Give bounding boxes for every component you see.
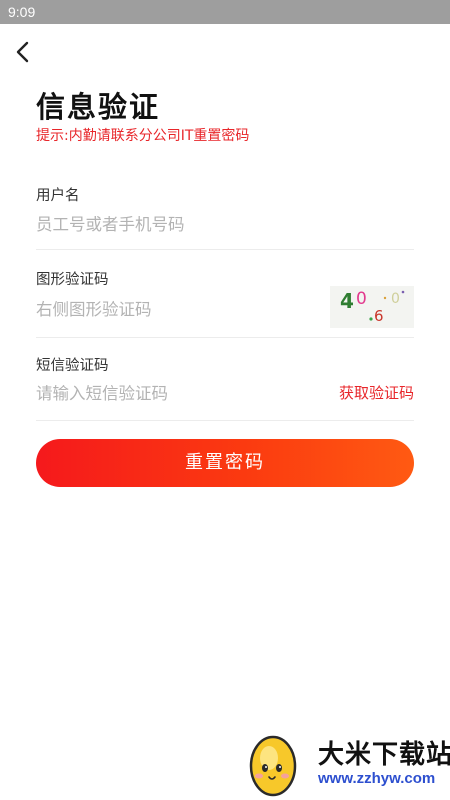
watermark: 大米下载站 www.zzhyw.com <box>245 720 450 800</box>
captcha-label: 图形验证码 <box>36 272 109 288</box>
sms-input[interactable]: 请输入短信验证码 <box>36 380 168 404</box>
username-field: 用户名 员工号或者手机号码 <box>36 178 414 250</box>
watermark-url: www.zzhyw.com <box>318 770 436 787</box>
hint-text: 提示:内勤请联系分公司IT重置密码 <box>36 128 250 144</box>
status-time: 9:09 <box>8 4 36 20</box>
captcha-char-3: 6 <box>374 307 384 325</box>
captcha-input[interactable]: 右侧图形验证码 <box>36 296 152 320</box>
captcha-graphic: 4 0 6 0 <box>340 289 405 325</box>
captcha-char-4: 0 <box>391 291 400 307</box>
chevron-left-icon <box>16 41 29 63</box>
captcha-char-1: 4 <box>340 289 354 313</box>
back-button[interactable] <box>10 38 38 66</box>
captcha-field: 图形验证码 右侧图形验证码 4 0 6 0 <box>36 266 414 338</box>
username-label: 用户名 <box>36 188 80 204</box>
captcha-image[interactable]: 4 0 6 0 <box>330 286 414 328</box>
watermark-name: 大米下载站 <box>318 740 450 770</box>
get-code-button[interactable]: 获取验证码 <box>339 382 414 403</box>
captcha-char-2: 0 <box>356 289 367 309</box>
status-bar: 9:09 <box>0 0 450 24</box>
mascot-logo-icon <box>245 720 305 800</box>
page-title: 信息验证 <box>36 90 161 124</box>
sms-label: 短信验证码 <box>36 358 109 374</box>
reset-password-button[interactable]: 重置密码 <box>36 439 414 487</box>
username-input[interactable]: 员工号或者手机号码 <box>36 211 185 235</box>
sms-field: 短信验证码 请输入短信验证码 获取验证码 <box>36 352 414 421</box>
